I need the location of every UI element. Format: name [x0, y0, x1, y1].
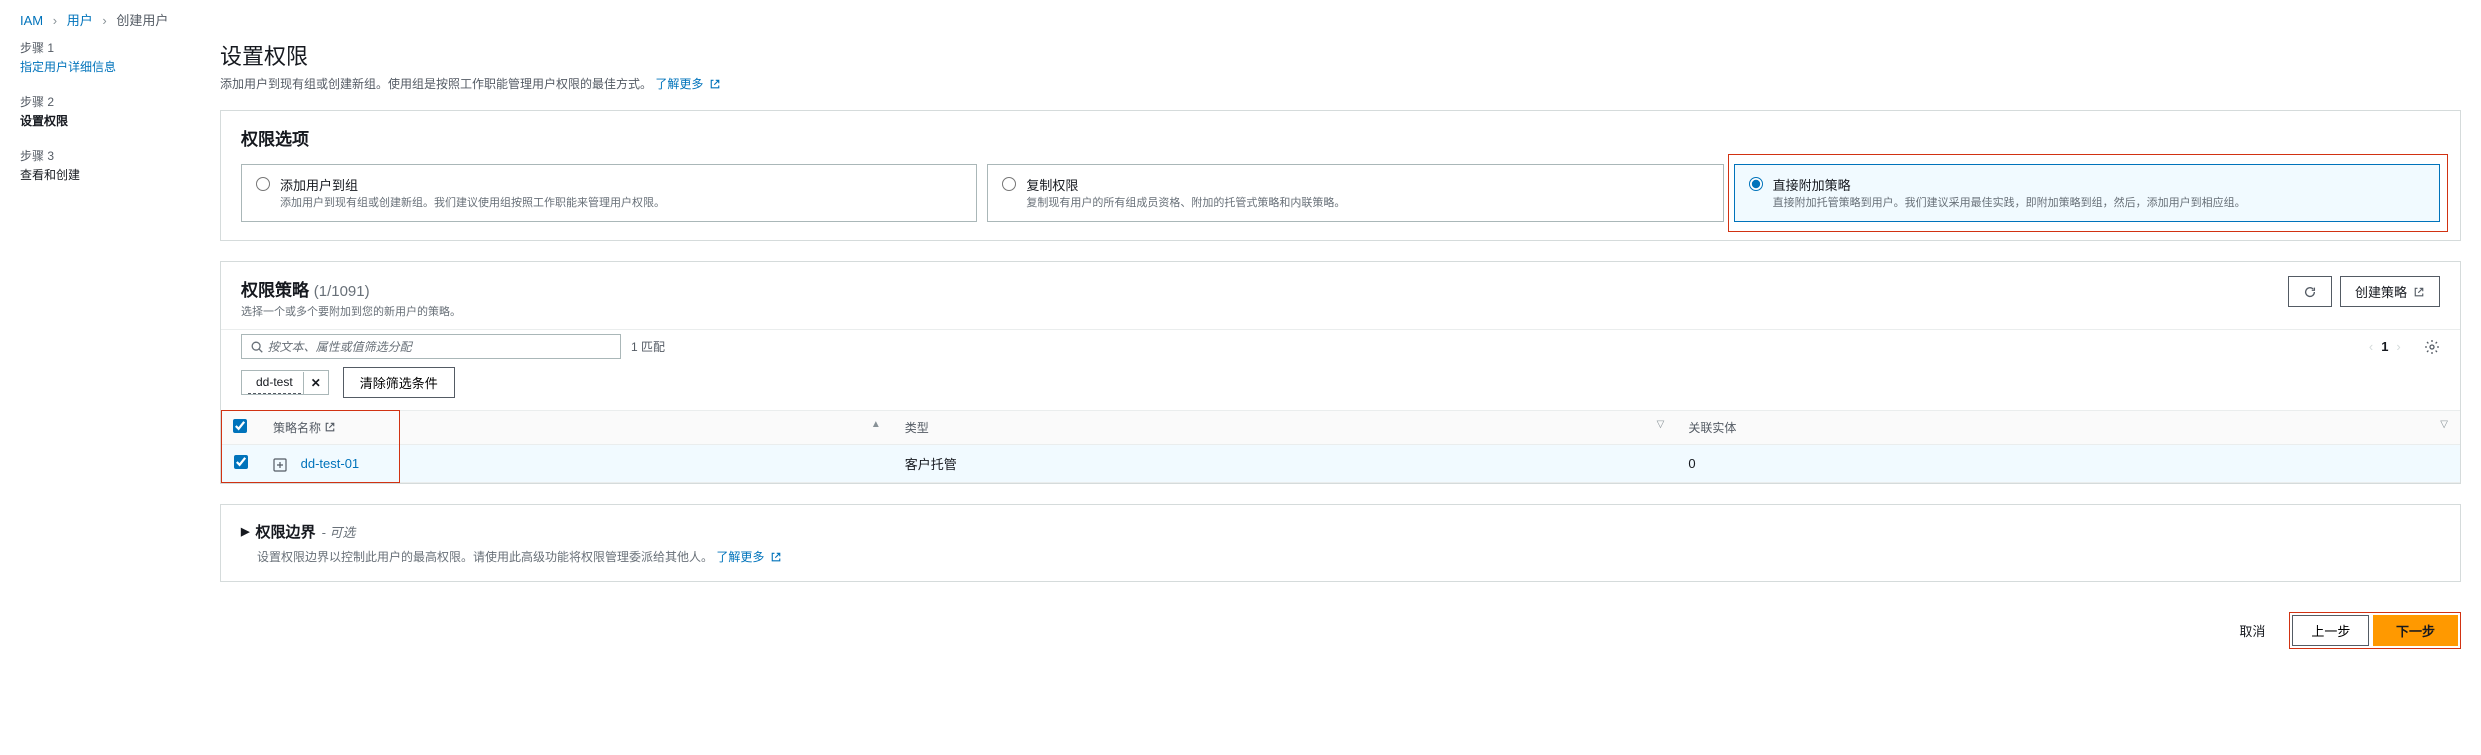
step-label: 步骤 2	[20, 93, 190, 110]
option-add-to-group[interactable]: 添加用户到组 添加用户到现有组或创建新组。我们建议使用组按照工作职能来管理用户权…	[241, 164, 977, 222]
permission-options-panel: 权限选项 添加用户到组 添加用户到现有组或创建新组。我们建议使用组按照工作职能来…	[220, 110, 2461, 241]
page-prev[interactable]: ‹	[2369, 339, 2373, 354]
footer-actions: 取消 上一步 下一步	[220, 602, 2461, 669]
step-1-link[interactable]: 指定用户详细信息	[20, 58, 190, 75]
breadcrumb: IAM › 用户 › 创建用户	[0, 0, 2481, 39]
option-desc: 直接附加托管策略到用户。我们建议采用最佳实践，即附加策略到组，然后，添加用户到相…	[1773, 196, 2246, 211]
wizard-steps: 步骤 1 指定用户详细信息 步骤 2 设置权限 步骤 3 查看和创建	[20, 39, 190, 669]
clear-filters-button[interactable]: 清除筛选条件	[343, 367, 455, 398]
optional-label: - 可选	[321, 522, 355, 541]
column-attached[interactable]: 关联实体 ▽	[1676, 411, 2460, 445]
match-count: 1 匹配	[631, 338, 665, 355]
radio-add-to-group[interactable]	[256, 177, 270, 191]
annotation-highlight-3: 上一步 下一步	[2289, 612, 2461, 649]
breadcrumb-current: 创建用户	[116, 13, 168, 28]
external-link-icon	[2413, 286, 2425, 298]
page-number: 1	[2381, 339, 2388, 354]
option-attach-policy[interactable]: 直接附加策略 直接附加托管策略到用户。我们建议采用最佳实践，即附加策略到组，然后…	[1734, 164, 2440, 222]
sort-asc-icon: ▲	[871, 419, 881, 430]
boundary-desc: 设置权限边界以控制此用户的最高权限。请使用此高级功能将权限管理委派给其他人。 了…	[221, 548, 2460, 581]
chevron-right-icon: ›	[53, 13, 57, 28]
step-3: 查看和创建	[20, 166, 190, 183]
select-all-checkbox[interactable]	[233, 419, 247, 433]
page-title: 设置权限	[220, 39, 2461, 71]
external-link-icon	[709, 78, 721, 90]
option-desc: 添加用户到现有组或创建新组。我们建议使用组按照工作职能来管理用户权限。	[280, 196, 665, 211]
boundary-learn-more-link[interactable]: 了解更多	[716, 550, 781, 564]
panel-header: 权限选项	[221, 111, 2460, 164]
permission-boundary-panel: ▶ 权限边界 - 可选 设置权限边界以控制此用户的最高权限。请使用此高级功能将权…	[220, 504, 2461, 582]
search-input[interactable]	[268, 340, 612, 354]
next-button[interactable]: 下一步	[2373, 615, 2458, 646]
chip-label: dd-test	[248, 371, 301, 394]
column-policy-name[interactable]: 策略名称 ▲	[261, 411, 893, 445]
table-row[interactable]: dd-test-01 客户托管 0	[221, 445, 2460, 483]
previous-button[interactable]: 上一步	[2292, 615, 2369, 646]
step-label: 步骤 1	[20, 39, 190, 56]
page-description: 添加用户到现有组或创建新组。使用组是按照工作职能管理用户权限的最佳方式。 了解更…	[220, 75, 2461, 92]
external-link-icon	[770, 551, 782, 563]
expand-icon[interactable]	[273, 458, 287, 472]
sort-icon: ▽	[1657, 419, 1665, 430]
option-copy-permissions[interactable]: 复制权限 复制现有用户的所有组成员资格、附加的托管式策略和内联策略。	[987, 164, 1723, 222]
search-input-wrapper[interactable]	[241, 334, 621, 359]
gear-icon[interactable]	[2424, 339, 2440, 355]
policies-subtitle: 选择一个或多个要附加到您的新用户的策略。	[241, 303, 461, 319]
row-checkbox[interactable]	[234, 455, 248, 469]
breadcrumb-iam[interactable]: IAM	[20, 13, 43, 28]
step-label: 步骤 3	[20, 147, 190, 164]
radio-attach-policy[interactable]	[1749, 177, 1763, 191]
sort-icon: ▽	[2440, 419, 2448, 430]
policies-table: 策略名称 ▲ 类型 ▽ 关联实体 ▽	[221, 410, 2460, 483]
policies-title: 权限策略	[241, 281, 309, 300]
option-title: 添加用户到组	[280, 175, 665, 194]
policy-attached: 0	[1676, 445, 2460, 483]
caret-right-icon: ▶	[241, 525, 249, 538]
search-icon	[250, 340, 264, 354]
page-next[interactable]: ›	[2396, 339, 2400, 354]
boundary-header[interactable]: ▶ 权限边界 - 可选	[221, 505, 2460, 548]
column-type[interactable]: 类型 ▽	[893, 411, 1677, 445]
policy-name-link[interactable]: dd-test-01	[301, 456, 360, 471]
option-desc: 复制现有用户的所有组成员资格、附加的托管式策略和内联策略。	[1026, 196, 1345, 211]
filter-chip: dd-test ✕	[241, 370, 329, 395]
learn-more-link[interactable]: 了解更多	[655, 77, 720, 91]
refresh-icon	[2303, 285, 2317, 299]
policies-count: (1/1091)	[314, 283, 370, 300]
radio-copy-permissions[interactable]	[1002, 177, 1016, 191]
cancel-button[interactable]: 取消	[2225, 615, 2279, 646]
chevron-right-icon: ›	[102, 13, 106, 28]
chip-remove-button[interactable]: ✕	[303, 372, 328, 394]
breadcrumb-users[interactable]: 用户	[67, 13, 93, 28]
refresh-button[interactable]	[2288, 276, 2332, 307]
step-2-current: 设置权限	[20, 112, 190, 129]
option-title: 直接附加策略	[1773, 175, 2246, 194]
policy-type: 客户托管	[893, 445, 1677, 483]
create-policy-button[interactable]: 创建策略	[2340, 276, 2440, 307]
option-title: 复制权限	[1026, 175, 1345, 194]
external-link-icon	[324, 421, 336, 433]
permission-policies-panel: 权限策略 (1/1091) 选择一个或多个要附加到您的新用户的策略。 创建策略	[220, 261, 2461, 484]
